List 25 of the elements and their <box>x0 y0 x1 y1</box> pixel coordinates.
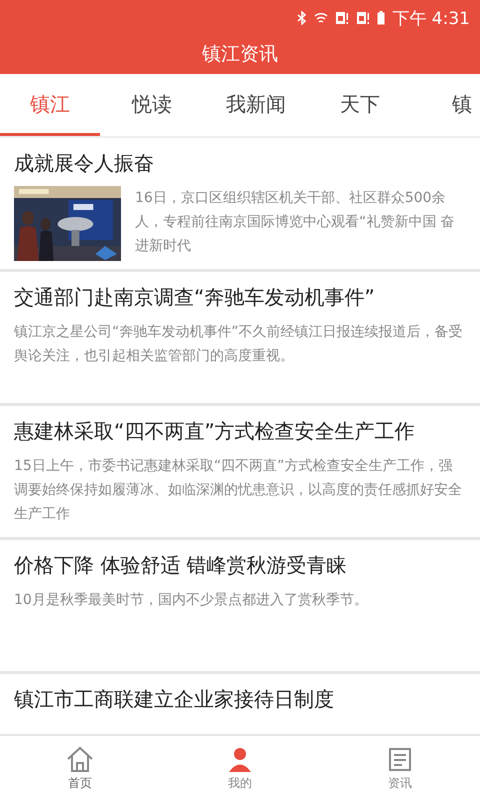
article-title[interactable]: 成就展令人振奋 <box>14 148 466 178</box>
sim-card-icon <box>356 11 370 25</box>
app-title: 镇江资讯 <box>201 42 279 67</box>
nav-item[interactable]: 我的 <box>160 736 320 800</box>
nav-item[interactable]: 资讯 <box>320 736 480 800</box>
home-icon <box>65 744 95 772</box>
article-title[interactable]: 惠建林采取“四不两直”方式检查安全生产工作 <box>14 416 466 446</box>
category-tab[interactable]: 我新闻 <box>204 74 308 136</box>
category-tab[interactable]: 镇 <box>412 74 472 136</box>
bluetooth-icon <box>297 11 308 25</box>
status-time: 下午 4:31 <box>392 8 470 30</box>
nav-item[interactable]: 首页 <box>0 736 160 800</box>
article-summary: 15日上午，市委书记惠建林采取“四不两直”方式检查安全生产工作，强调要始终保持如履薄冰、如临深渊的忧患意识，以高度的责任感抓好安全生产工作 <box>14 457 463 524</box>
article-title[interactable]: 价格下降 体验舒适 错峰赏秋游受青睐 <box>14 550 466 580</box>
article-title[interactable]: 交通部门赴南京调查“奔驰车发动机事件” <box>14 282 466 312</box>
category-tab[interactable]: 天下 <box>308 74 412 136</box>
battery-icon <box>377 11 386 25</box>
sim-card-icon <box>335 11 350 25</box>
category-tab[interactable]: 悦读 <box>100 74 204 136</box>
category-tab[interactable]: 镇江 <box>0 74 100 136</box>
article-summary: 镇江京之星公司“奔驰车发动机事件”不久前经镇江日报连续报道后，备受舆论关注，也引起相关监管部门的高度重视。 <box>14 323 464 366</box>
article-summary: 16日，京口区组织辖区机关干部、社区群众500余人，专程前往南京国际博览中心观看“礼赞新中国 奋进新时代 <box>135 189 456 256</box>
article-title[interactable]: 镇江市工商联建立企业家接待日制度 <box>14 684 466 714</box>
wifi-icon <box>314 11 328 25</box>
article-summary: 10月是秋季最美时节，国内不少景点都进入了赏秋季节。 <box>14 591 368 610</box>
